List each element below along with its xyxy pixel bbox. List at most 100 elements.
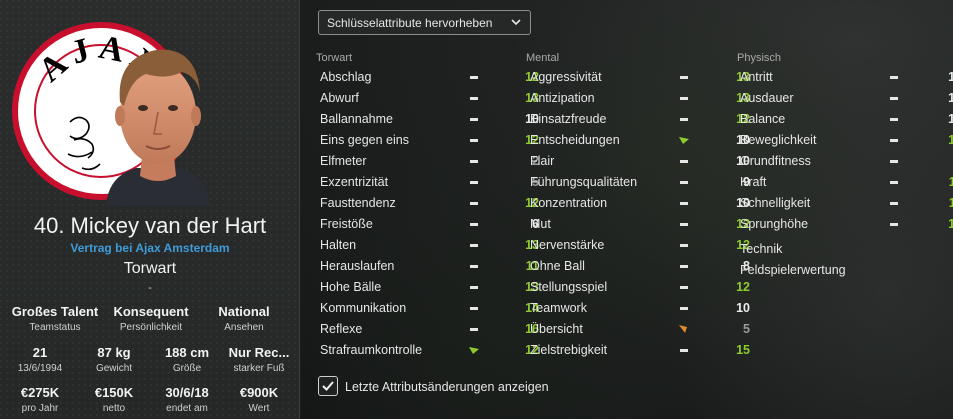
trend-flat-icon bbox=[470, 181, 478, 184]
highlight-attributes-dropdown[interactable]: Schlüsselattribute hervorheben bbox=[318, 10, 531, 35]
attribute-value: 10 bbox=[948, 112, 953, 126]
attribute-name: Nervenstärke bbox=[530, 238, 605, 252]
trend-flat-icon bbox=[680, 286, 688, 289]
attribute-value: 10 bbox=[736, 301, 750, 315]
attribute-row[interactable]: Ohne Ball 8 bbox=[530, 256, 750, 277]
attribute-row[interactable]: Elfmeter 2 bbox=[320, 151, 539, 172]
attribute-row[interactable]: Nervenstärke 12 bbox=[530, 235, 750, 256]
attribute-row[interactable]: Flair 10 bbox=[530, 151, 750, 172]
attribute-row[interactable]: Antritt 10 bbox=[740, 67, 953, 88]
info-value: €150K bbox=[94, 385, 134, 400]
trend-flat-icon bbox=[470, 118, 478, 121]
attribute-row[interactable]: Kommunikation 14 bbox=[320, 298, 539, 319]
attribute-row[interactable]: Führungsqualitäten 9 bbox=[530, 172, 750, 193]
attribute-name: Technik bbox=[740, 242, 783, 256]
attribute-row[interactable]: Halten 13 bbox=[320, 235, 539, 256]
attribute-row[interactable]: Fausttendenz 12 bbox=[320, 193, 539, 214]
trend-flat-icon bbox=[890, 76, 898, 79]
info-label: endet am bbox=[166, 403, 208, 414]
attribute-row[interactable]: Ausdauer 10 bbox=[740, 88, 953, 109]
attribute-row[interactable]: Exzentrizität 5 bbox=[320, 172, 539, 193]
trend-flat-icon bbox=[680, 118, 688, 121]
trend-flat-icon bbox=[470, 139, 478, 142]
attribute-value: 15 bbox=[948, 217, 953, 231]
trend-flat-icon bbox=[470, 97, 478, 100]
info-value: 21 bbox=[32, 345, 48, 360]
info-net-wage: €150K netto bbox=[78, 385, 150, 414]
trend-flat-icon bbox=[890, 139, 898, 142]
info-value: €275K bbox=[20, 385, 60, 400]
info-label: starker Fuß bbox=[233, 363, 285, 374]
attribute-row[interactable]: Eins gegen eins 12 bbox=[320, 130, 539, 151]
attribute-name: Freistöße bbox=[320, 217, 373, 231]
show-attribute-changes-checkbox[interactable] bbox=[318, 376, 338, 396]
attribute-row[interactable]: Stellungsspiel 12 bbox=[530, 277, 750, 298]
attribute-row[interactable]: Reflexe 16 bbox=[320, 319, 539, 340]
trend-up-icon bbox=[679, 137, 689, 144]
info-label: Größe bbox=[172, 363, 202, 374]
info-value: Konsequent bbox=[113, 304, 189, 319]
attribute-row[interactable]: Ballannahme 10 bbox=[320, 109, 539, 130]
attribute-row[interactable]: Technik 8 bbox=[740, 239, 953, 260]
attribute-name: Aggressivität bbox=[530, 70, 602, 84]
attribute-name: Abschlag bbox=[320, 70, 372, 84]
attribute-row[interactable]: Balance 10 bbox=[740, 109, 953, 130]
attribute-row[interactable]: Teamwork 10 bbox=[530, 298, 750, 319]
attribute-row[interactable]: Schnelligkeit 11 bbox=[740, 193, 953, 214]
attribute-row[interactable]: Hohe Bälle 13 bbox=[320, 277, 539, 298]
attribute-row[interactable]: Abschlag 12 bbox=[320, 67, 539, 88]
trend-flat-icon bbox=[470, 265, 478, 268]
info-label: Wert bbox=[248, 403, 270, 414]
attribute-row[interactable]: Strafraumkontrolle 12 bbox=[320, 340, 539, 361]
attribute-row[interactable]: Sprunghöhe 15 bbox=[740, 214, 953, 235]
attribute-name: Balance bbox=[740, 112, 786, 126]
trend-flat-icon bbox=[470, 76, 478, 79]
attribute-value: 12 bbox=[736, 280, 750, 294]
trend-flat-icon bbox=[470, 286, 478, 289]
attribute-row[interactable]: Antizipation 13 bbox=[530, 88, 750, 109]
info-value: 87 kg bbox=[97, 345, 131, 360]
attribute-name: Exzentrizität bbox=[320, 175, 389, 189]
info-label: netto bbox=[102, 403, 126, 414]
info-preferred-foot: Nur Rec... starker Fuß bbox=[222, 345, 296, 374]
attribute-row[interactable]: Mut 12 bbox=[530, 214, 750, 235]
attribute-name: Eins gegen eins bbox=[320, 133, 409, 147]
attribute-name: Feldspielerwertung bbox=[740, 263, 846, 277]
attribute-name: Ausdauer bbox=[740, 91, 794, 105]
info-weight: 87 kg Gewicht bbox=[78, 345, 150, 374]
info-label: Persönlichkeit bbox=[119, 322, 183, 333]
info-label: Teamstatus bbox=[29, 322, 81, 333]
attribute-row[interactable]: Aggressivität 13 bbox=[530, 67, 750, 88]
attribute-name: Teamwork bbox=[530, 301, 587, 315]
info-label: Gewicht bbox=[95, 363, 133, 374]
attribute-value: 11 bbox=[948, 175, 953, 189]
attribute-row[interactable]: Abwurf 13 bbox=[320, 88, 539, 109]
info-value: 30/6/18 bbox=[165, 385, 209, 400]
trend-flat-icon bbox=[680, 265, 688, 268]
attribute-row[interactable]: Entscheidungen 10 bbox=[530, 130, 750, 151]
attribute-row[interactable]: Grundfitness 9 bbox=[740, 151, 953, 172]
attribute-row[interactable]: Freistöße 6 bbox=[320, 214, 539, 235]
attribute-name: Fausttendenz bbox=[320, 196, 396, 210]
attribute-name: Ballannahme bbox=[320, 112, 393, 126]
attribute-row[interactable]: Beweglichkeit 15 bbox=[740, 130, 953, 151]
trend-flat-icon bbox=[890, 160, 898, 163]
attribute-row[interactable]: Einsatzfreude 12 bbox=[530, 109, 750, 130]
attribute-value: 2 bbox=[940, 263, 953, 277]
attribute-name: Elfmeter bbox=[320, 154, 367, 168]
attribute-row[interactable]: Herauslaufen 11 bbox=[320, 256, 539, 277]
attribute-row[interactable]: Kraft 11 bbox=[740, 172, 953, 193]
trend-flat-icon bbox=[680, 97, 688, 100]
attribute-name: Kraft bbox=[740, 175, 767, 189]
contract-link[interactable]: Vertrag bei Ajax Amsterdam bbox=[0, 241, 300, 255]
attribute-row[interactable]: Übersicht 5 bbox=[530, 319, 750, 340]
info-age: 21 13/6/1994 bbox=[4, 345, 76, 374]
attribute-name: Flair bbox=[530, 154, 555, 168]
attribute-name: Mut bbox=[530, 217, 551, 231]
attribute-row[interactable]: Feldspielerwertung 2 bbox=[740, 260, 953, 281]
attribute-row[interactable]: Konzentration 10 bbox=[530, 193, 750, 214]
trend-flat-icon bbox=[890, 97, 898, 100]
attribute-row[interactable]: Zielstrebigkeit 15 bbox=[530, 340, 750, 361]
player-profile-panel: AJAX 40. Mickey van der Hart Vertrag bei… bbox=[0, 0, 300, 419]
trend-flat-icon bbox=[470, 223, 478, 226]
